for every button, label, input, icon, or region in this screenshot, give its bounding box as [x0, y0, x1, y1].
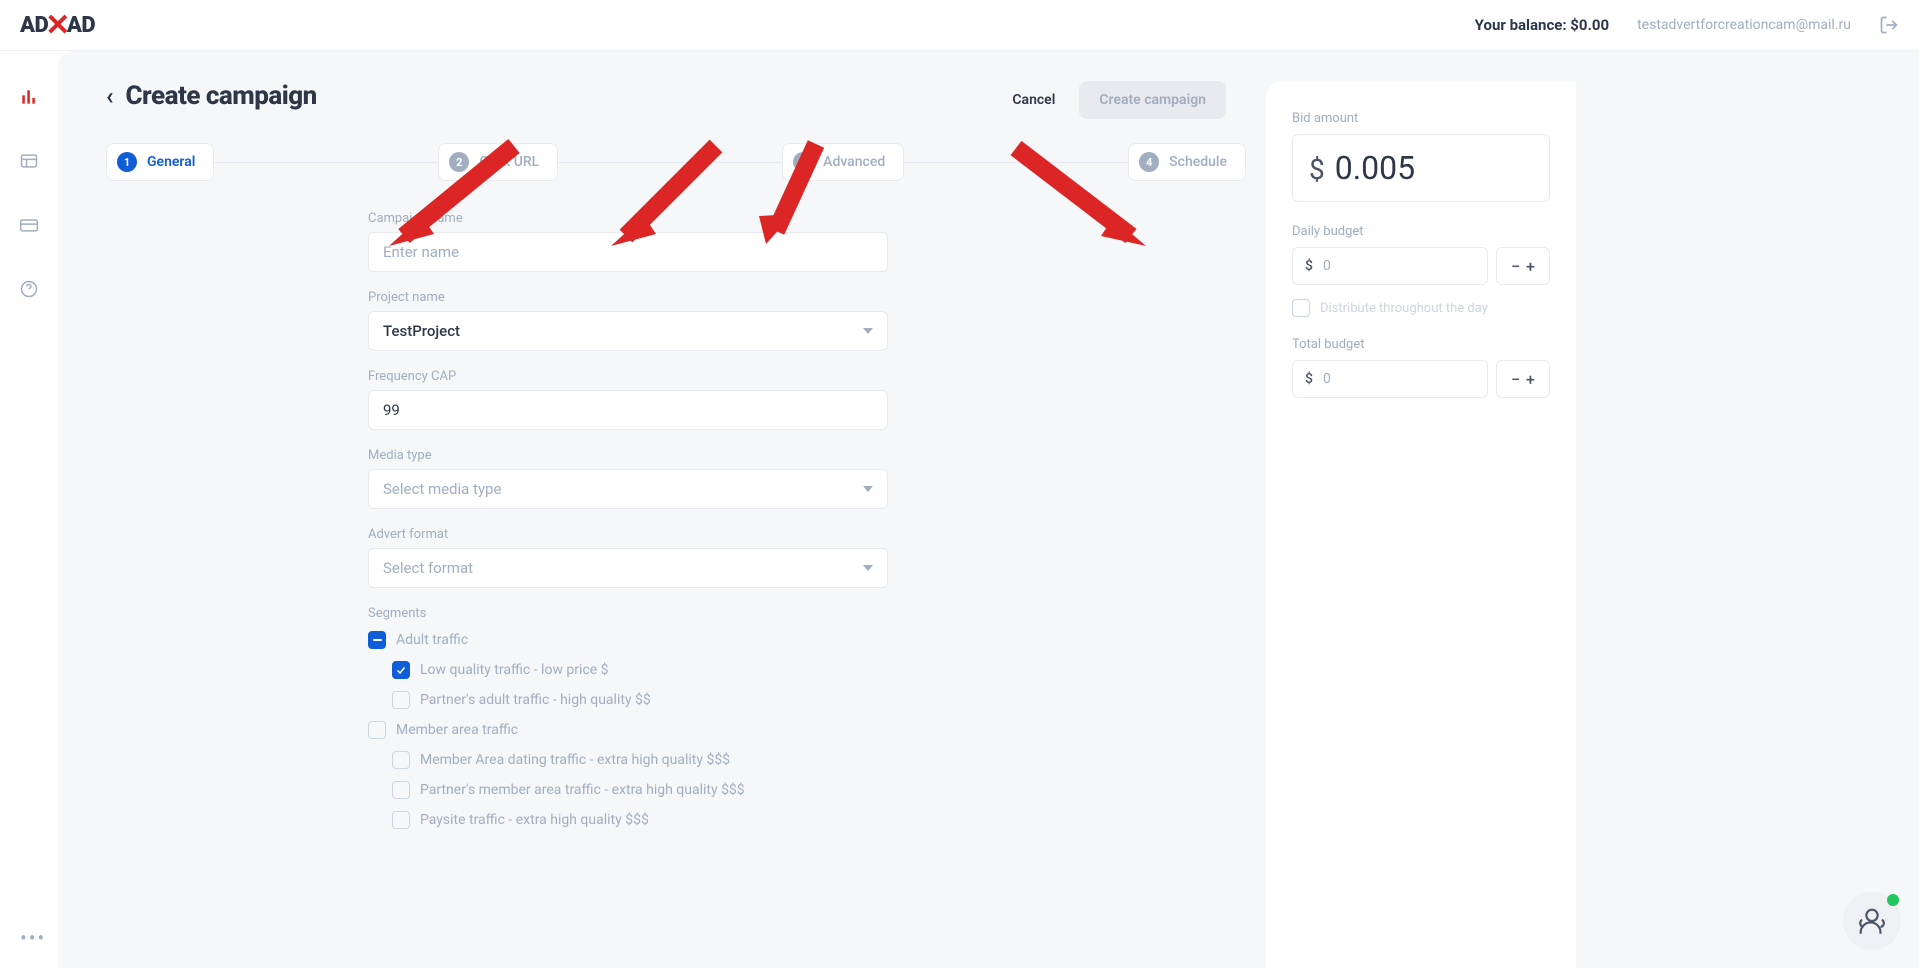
support-chat-button[interactable]	[1843, 892, 1901, 950]
distribute-label: Distribute throughout the day	[1320, 301, 1488, 316]
campaign-name-label: Campaign name	[368, 211, 888, 226]
plus-icon[interactable]: +	[1526, 257, 1535, 276]
daily-budget-input[interactable]: $ 0	[1292, 247, 1488, 285]
main-content: Cancel Create campaign ‹ Create campaign…	[58, 51, 1919, 968]
step-advanced[interactable]: 3 Advanced	[782, 143, 904, 181]
segment-label: Adult traffic	[396, 632, 468, 648]
segment-label: Paysite traffic - extra high quality $$$	[420, 812, 649, 828]
frequency-cap-label: Frequency CAP	[368, 369, 888, 384]
segment-label: Partner's adult traffic - high quality $…	[420, 692, 651, 708]
segment-label: Member Area dating traffic - extra high …	[420, 752, 730, 768]
segment-label: Partner's member area traffic - extra hi…	[420, 782, 745, 798]
segment-item: Partner's adult traffic - high quality $…	[392, 687, 888, 713]
segment-checkbox[interactable]	[368, 721, 386, 739]
step-schedule[interactable]: 4 Schedule	[1128, 143, 1246, 181]
step-connector	[904, 162, 1128, 163]
segment-checkbox[interactable]	[392, 781, 410, 799]
segment-label: Member area traffic	[396, 722, 518, 738]
segment-item: Member area traffic	[368, 717, 888, 743]
nav-table-icon[interactable]	[18, 150, 40, 172]
segments-group: Adult traffic Low quality traffic - low p…	[368, 627, 888, 833]
segment-checkbox[interactable]	[392, 751, 410, 769]
chevron-down-icon	[863, 565, 873, 571]
total-budget-stepper[interactable]: −+	[1496, 360, 1550, 398]
segment-checkbox[interactable]	[368, 631, 386, 649]
currency-symbol: $	[1305, 371, 1313, 387]
balance-text: Your balance: $0.00	[1475, 16, 1609, 34]
segment-item: Member Area dating traffic - extra high …	[392, 747, 888, 773]
campaign-name-input[interactable]	[368, 232, 888, 272]
daily-budget-label: Daily budget	[1292, 224, 1550, 239]
advert-format-select[interactable]: Select format	[368, 548, 888, 588]
chevron-down-icon	[863, 486, 873, 492]
page-title: Create campaign	[126, 81, 317, 111]
budget-value: 0	[1323, 258, 1331, 274]
right-panel: Bid amount $ 0.005 Daily budget $ 0 −+ D…	[1266, 81, 1576, 968]
nav-card-icon[interactable]	[18, 214, 40, 236]
logo: AD✕AD	[20, 8, 95, 43]
bid-amount-label: Bid amount	[1292, 111, 1550, 126]
app-header: AD✕AD Your balance: $0.00 testadvertforc…	[0, 0, 1919, 51]
sidebar	[0, 51, 58, 968]
segment-item: Partner's member area traffic - extra hi…	[392, 777, 888, 803]
step-connector	[558, 162, 782, 163]
select-value: TestProject	[383, 322, 460, 340]
currency-symbol: $	[1305, 258, 1313, 274]
daily-budget-stepper[interactable]: −+	[1496, 247, 1550, 285]
segment-checkbox[interactable]	[392, 661, 410, 679]
minus-icon[interactable]: −	[1511, 257, 1520, 276]
project-name-label: Project name	[368, 290, 888, 305]
segment-label: Low quality traffic - low price $	[420, 662, 609, 678]
chevron-down-icon	[863, 328, 873, 334]
back-icon[interactable]: ‹	[106, 82, 114, 110]
distribute-checkbox[interactable]	[1292, 299, 1310, 317]
step-label: Schedule	[1169, 154, 1227, 170]
bid-value: 0.005	[1335, 149, 1415, 187]
segment-item: Low quality traffic - low price $	[392, 657, 888, 683]
segment-checkbox[interactable]	[392, 811, 410, 829]
step-label: General	[147, 154, 195, 170]
user-email: testadvertforcreationcam@mail.ru	[1637, 17, 1851, 33]
step-number: 4	[1139, 152, 1159, 172]
currency-symbol: $	[1309, 153, 1325, 186]
select-placeholder: Select format	[383, 559, 473, 577]
step-number: 1	[117, 152, 137, 172]
step-number: 2	[449, 152, 469, 172]
minus-icon[interactable]: −	[1511, 370, 1520, 389]
nav-stats-icon[interactable]	[18, 86, 40, 108]
step-general[interactable]: 1 General	[106, 143, 214, 181]
plus-icon[interactable]: +	[1526, 370, 1535, 389]
step-number: 3	[793, 152, 813, 172]
step-label: Click URL	[479, 154, 539, 170]
budget-value: 0	[1323, 371, 1331, 387]
wizard-steps: 1 General 2 Click URL 3 Advanced 4 Sched…	[106, 143, 1246, 181]
segment-checkbox[interactable]	[392, 691, 410, 709]
select-placeholder: Select media type	[383, 480, 501, 498]
segment-item: Paysite traffic - extra high quality $$$	[392, 807, 888, 833]
media-type-label: Media type	[368, 448, 888, 463]
project-name-select[interactable]: TestProject	[368, 311, 888, 351]
bid-amount-input[interactable]: $ 0.005	[1292, 134, 1550, 202]
segments-label: Segments	[368, 606, 888, 621]
advert-format-label: Advert format	[368, 527, 888, 542]
frequency-cap-input[interactable]	[368, 390, 888, 430]
more-menu-icon[interactable]: •••	[20, 926, 46, 950]
total-budget-label: Total budget	[1292, 337, 1550, 352]
segment-item: Adult traffic	[368, 627, 888, 653]
nav-help-icon[interactable]	[18, 278, 40, 300]
form-area: Campaign name Project name TestProject F…	[368, 211, 888, 833]
total-budget-input[interactable]: $ 0	[1292, 360, 1488, 398]
cancel-button[interactable]: Cancel	[1004, 82, 1063, 118]
logout-icon[interactable]	[1879, 15, 1899, 35]
step-connector	[214, 162, 438, 163]
step-label: Advanced	[823, 154, 885, 170]
step-click-url[interactable]: 2 Click URL	[438, 143, 558, 181]
create-campaign-button[interactable]: Create campaign	[1079, 81, 1226, 119]
media-type-select[interactable]: Select media type	[368, 469, 888, 509]
